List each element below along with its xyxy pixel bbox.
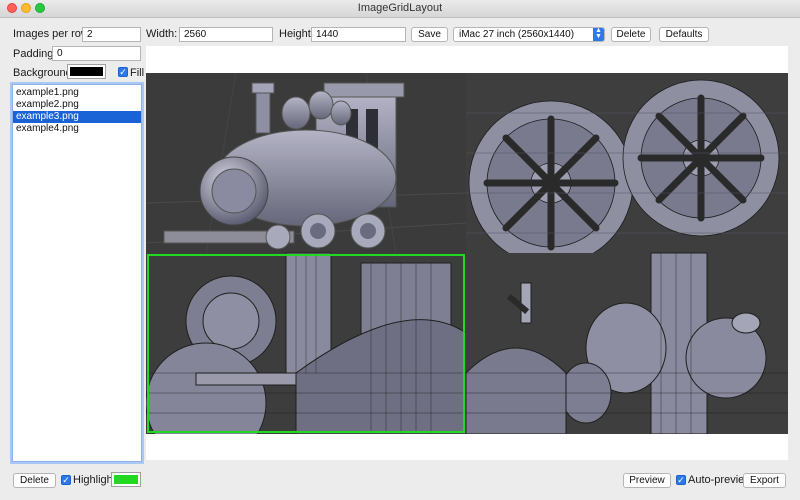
fill-checkbox[interactable]: ✓ (118, 67, 128, 77)
delete-image-button[interactable]: Delete (13, 473, 56, 488)
image-grid-preview (146, 73, 788, 434)
chevron-up-down-icon: ▲ ▼ (593, 27, 604, 41)
grid-image-locomotive (146, 73, 467, 254)
padding-label: Padding: (13, 48, 57, 60)
preview-button[interactable]: Preview (623, 473, 671, 488)
padding-input[interactable] (52, 46, 141, 61)
height-input[interactable] (311, 27, 406, 42)
preset-select-value: iMac 27 inch (2560x1440) (459, 29, 575, 40)
list-item[interactable]: example2.png (13, 99, 141, 111)
width-label: Width: (146, 28, 178, 40)
background-color-swatch (70, 67, 103, 76)
background-label: Background: (13, 67, 75, 79)
list-item[interactable]: example1.png (13, 87, 141, 99)
width-input[interactable] (179, 27, 273, 42)
fill-label: Fill (130, 67, 145, 79)
images-per-row-label: Images per row: (13, 28, 92, 40)
highlight-checkbox[interactable]: ✓ (61, 475, 71, 485)
preview-canvas[interactable] (146, 46, 788, 460)
delete-preset-button[interactable]: Delete (611, 27, 651, 42)
image-file-list[interactable]: example1.png example2.png example3.png e… (12, 84, 142, 462)
height-label: Height: (279, 28, 314, 40)
title-bar[interactable]: ImageGridLayout (0, 0, 800, 18)
selected-image-highlight (147, 254, 465, 433)
list-item[interactable]: example4.png (13, 123, 141, 135)
grid-image-wheels (466, 73, 788, 266)
window-title: ImageGridLayout (357, 2, 443, 14)
highlight-color-swatch (114, 475, 138, 484)
grid-image-domes (465, 252, 788, 434)
images-per-row-input[interactable] (82, 27, 141, 42)
highlight-color-well[interactable] (111, 472, 141, 487)
defaults-button[interactable]: Defaults (659, 27, 709, 42)
background-color-well[interactable] (67, 64, 106, 79)
export-button[interactable]: Export (743, 473, 786, 488)
app-window: ImageGridLayout Images per row: Width: H… (0, 0, 800, 500)
preset-select[interactable]: iMac 27 inch (2560x1440) ▲ ▼ (453, 27, 605, 42)
auto-preview-checkbox[interactable]: ✓ (676, 475, 686, 485)
list-item-selected[interactable]: example3.png (13, 111, 141, 123)
highlight-label: Highlight (73, 474, 116, 486)
save-preset-button[interactable]: Save (411, 27, 448, 42)
